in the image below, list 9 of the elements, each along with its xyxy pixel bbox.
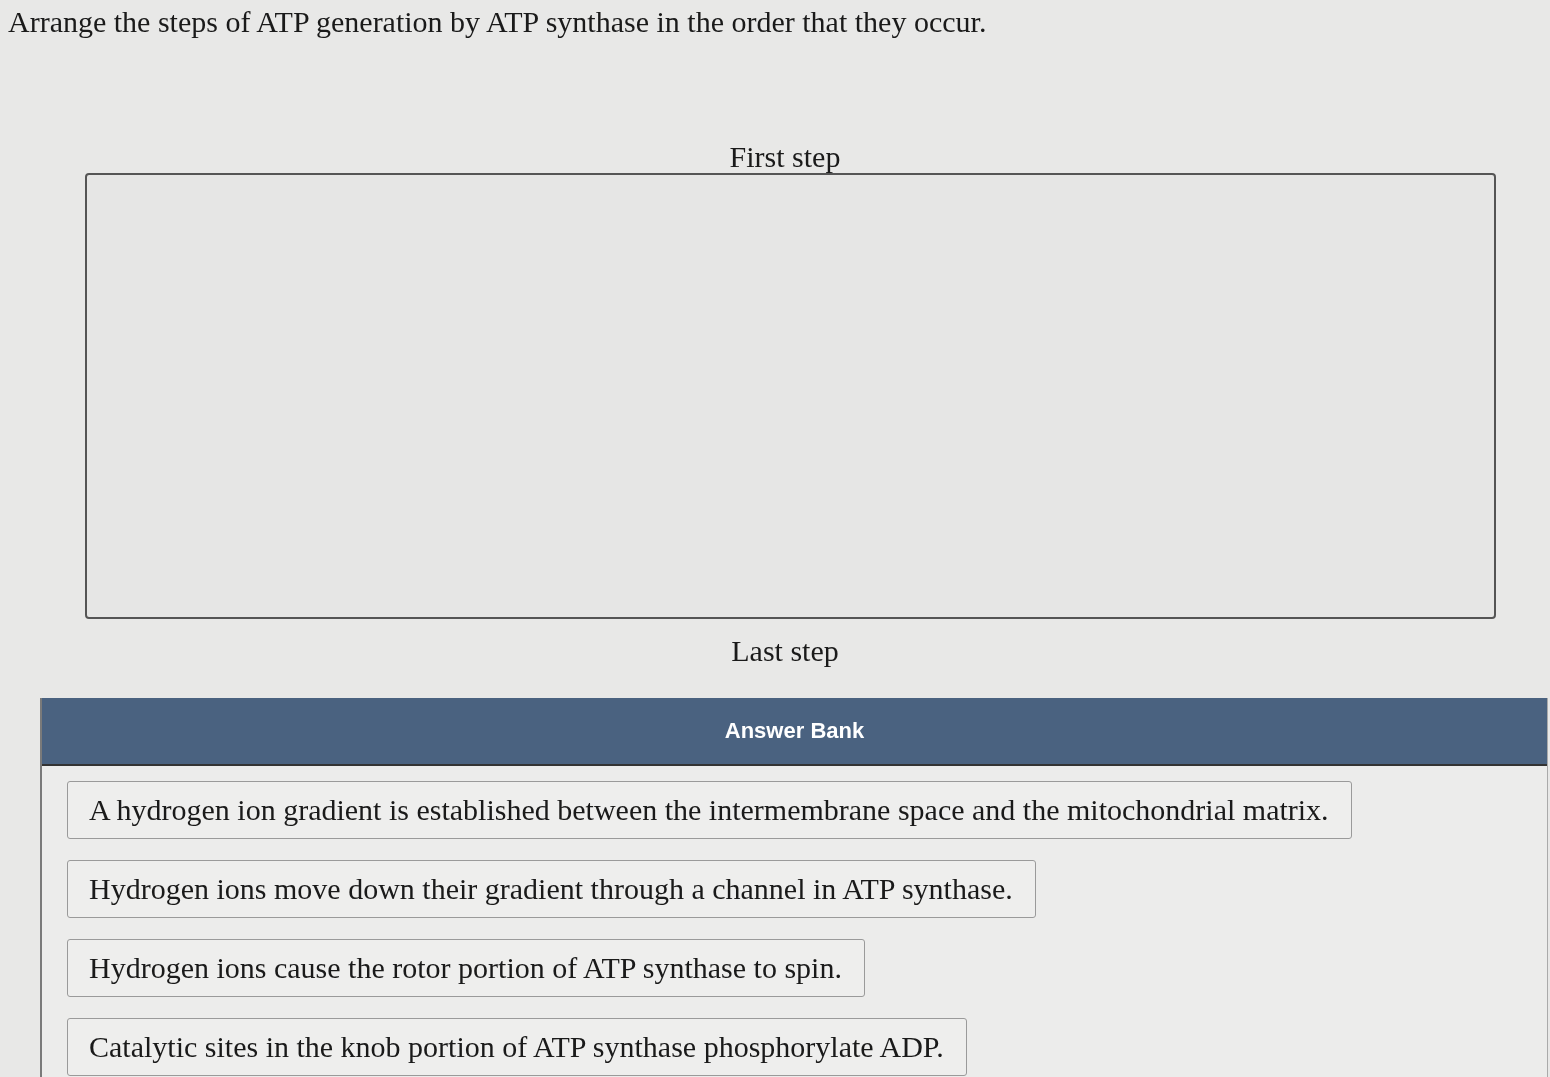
question-prompt: Arrange the steps of ATP generation by ATP synthase in the order that they occur. xyxy=(8,4,987,40)
answer-tile[interactable]: Hydrogen ions move down their gradient through a channel in ATP synthase. xyxy=(67,860,1036,918)
answer-tile[interactable]: Catalytic sites in the knob portion of ATP synthase phosphorylate ADP. xyxy=(67,1018,967,1076)
answer-tile[interactable]: A hydrogen ion gradient is established between the intermembrane space and the mitochondrial matrix. xyxy=(67,781,1352,839)
answer-box[interactable] xyxy=(85,173,1496,619)
first-step-label: First step xyxy=(729,141,841,173)
answer-bank-title: Answer Bank xyxy=(724,718,865,744)
last-step-label: Last step xyxy=(731,635,839,667)
answer-tile[interactable]: Hydrogen ions cause the rotor portion of ATP synthase to spin. xyxy=(67,939,865,997)
